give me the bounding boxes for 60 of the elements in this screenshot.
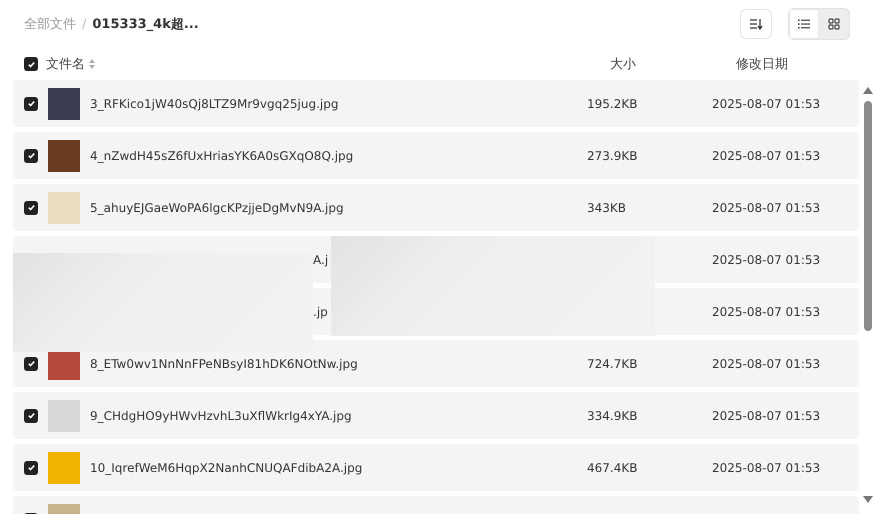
file-size: 724.7KB (587, 356, 638, 370)
list-view-button[interactable] (789, 9, 819, 39)
file-size: 273.9KB (587, 148, 638, 162)
file-name[interactable]: 3_RFKico1jW40sQj8LTZ9Mr9vgq25jug.jpg (90, 96, 338, 110)
check-icon (26, 99, 36, 108)
image-thumbnail (48, 452, 80, 484)
checkbox[interactable] (24, 460, 38, 474)
check-icon (26, 203, 36, 212)
column-header[interactable]: 大小 (610, 55, 636, 73)
modified-date: 2025-08-07 01:53 (712, 408, 820, 422)
checkbox[interactable] (24, 200, 38, 214)
file-name[interactable]: 5_ahuyEJGaeWoPA6lgcKPzjjeDgMvN9A.jpg (90, 200, 344, 214)
file-row[interactable]: 9_CHdgHO9yHWvHzvhL3uXflWkrIg4xYA.jpg 334.9KB 2025-08-07 01:53 (13, 392, 859, 439)
check-icon (26, 151, 36, 160)
checkbox[interactable] (24, 96, 38, 110)
file-name[interactable]: A.j (313, 252, 328, 266)
file-name[interactable]: 8_ETw0wv1NnNnFPeNBsyI81hDK6NOtNw.jpg (90, 356, 358, 370)
check-icon (26, 359, 36, 368)
scroll-up-icon[interactable] (863, 87, 873, 94)
modified-date: 2025-08-07 01:53 (712, 96, 820, 110)
checkbox[interactable] (24, 356, 38, 370)
check-icon (26, 411, 36, 420)
checkbox[interactable] (24, 408, 38, 422)
file-row[interactable]: 8_ETw0wv1NnNnFPeNBsyI81hDK6NOtNw.jpg 724.7KB 2025-08-07 01:53 (13, 340, 859, 387)
breadcrumb-separator: / (82, 16, 86, 32)
image-thumbnail (48, 88, 80, 120)
sort-button[interactable] (740, 9, 772, 39)
column-header[interactable]: 修改日期 (736, 55, 788, 73)
image-thumbnail (48, 140, 80, 172)
sort-icon (749, 18, 763, 30)
modified-date: 2025-08-07 01:53 (712, 200, 820, 214)
column-header[interactable]: 文件名 (46, 55, 85, 73)
image-thumbnail (48, 400, 80, 432)
scrollbar-thumb[interactable] (864, 101, 872, 331)
file-name[interactable]: 9_CHdgHO9yHWvHzvhL3uXflWkrIg4xYA.jpg (90, 408, 352, 422)
modified-date: 2025-08-07 01:53 (712, 460, 820, 474)
file-name[interactable]: 10_IqrefWeM6HqpX2NanhCNUQAFdibA2A.jpg (90, 460, 362, 474)
current-folder[interactable]: 015333_4k超... (92, 15, 199, 33)
file-name[interactable]: .jp (313, 304, 328, 318)
select-all-checkbox[interactable] (24, 57, 38, 71)
file-row[interactable]: 10_IqrefWeM6HqpX2NanhCNUQAFdibA2A.jpg 467.4KB 2025-08-07 01:53 (13, 444, 859, 491)
check-icon (26, 60, 36, 68)
file-size: 334.9KB (587, 408, 638, 422)
file-size: 343KB (587, 200, 626, 214)
file-row[interactable]: 3_RFKico1jW40sQj8LTZ9Mr9vgq25jug.jpg 195.2KB 2025-08-07 01:53 (13, 80, 859, 127)
modified-date: 2025-08-07 01:53 (712, 252, 820, 266)
image-thumbnail (48, 192, 80, 224)
list-icon (798, 19, 810, 29)
file-size: 195.2KB (587, 96, 638, 110)
scroll-down-icon[interactable] (863, 496, 873, 503)
checkbox[interactable] (24, 148, 38, 162)
modified-date: 2025-08-07 01:53 (712, 356, 820, 370)
modified-date: 2025-08-07 01:53 (712, 304, 820, 318)
grid-icon (828, 18, 840, 30)
modified-date: 2025-08-07 01:53 (712, 148, 820, 162)
check-icon (26, 463, 36, 472)
file-name[interactable]: 4_nZwdH45sZ6fUxHriasYK6A0sGXqO8Q.jpg (90, 148, 354, 162)
file-row[interactable]: 5_ahuyEJGaeWoPA6lgcKPzjjeDgMvN9A.jpg 343KB 2025-08-07 01:53 (13, 184, 859, 231)
file-row[interactable]: 4_nZwdH45sZ6fUxHriasYK6A0sGXqO8Q.jpg 273.9KB 2025-08-07 01:53 (13, 132, 859, 179)
file-size: 467.4KB (587, 460, 638, 474)
